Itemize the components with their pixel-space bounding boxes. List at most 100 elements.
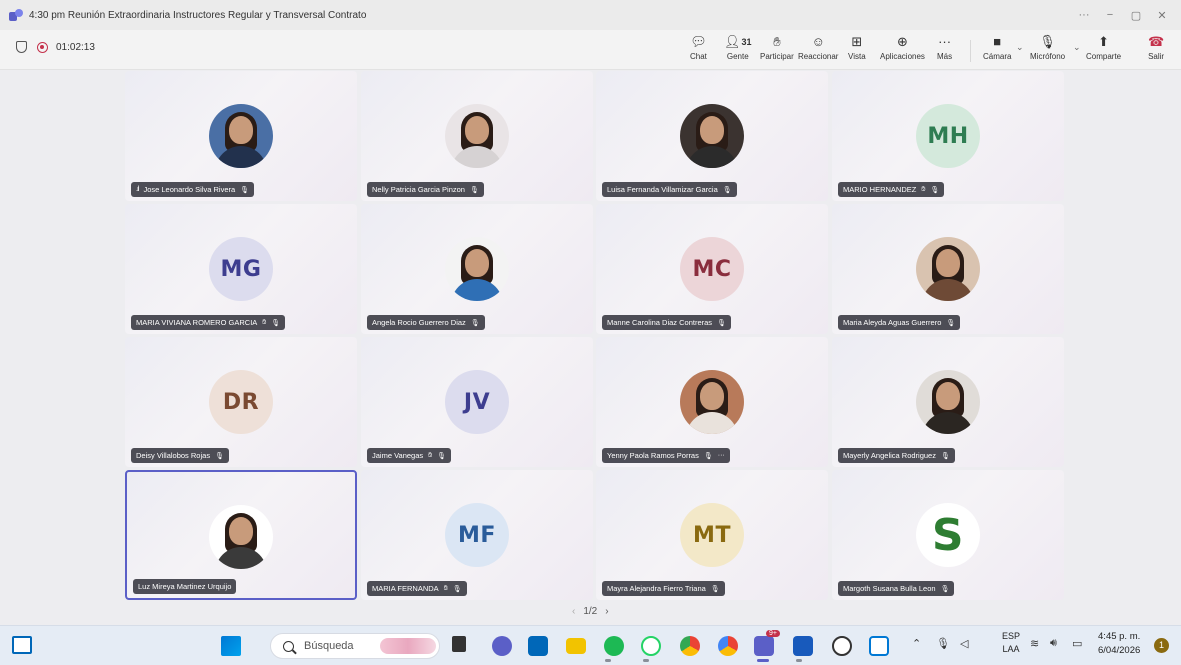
participant-photo <box>916 370 980 434</box>
notification-badge[interactable]: 1 <box>1154 638 1169 653</box>
next-page-button[interactable]: › <box>605 606 608 617</box>
more-button[interactable]: ··· Más <box>937 34 952 61</box>
clock[interactable]: 4:45 p. m. 6/04/2026 <box>1098 630 1140 658</box>
minimize-button[interactable]: − <box>1097 9 1123 21</box>
participant-tile[interactable]: Luisa Fernanda Villamizar Garcia 🎙︎ <box>596 71 828 201</box>
participant-tile[interactable]: MT Mayra Alejandra Fierro Triana 🎙︎ <box>596 470 828 600</box>
participant-initials: JV <box>445 370 509 434</box>
raised-hand-icon: ✋︎ <box>921 185 926 193</box>
camera-button[interactable]: ■ Cámara <box>983 34 1011 61</box>
view-button[interactable]: ⊞ Vista <box>848 34 866 61</box>
participant-nameplate: Mayra Alejandra Fierro Triana 🎙︎ <box>602 581 725 596</box>
page-indicator: 1/2 <box>583 606 598 617</box>
volume-icon[interactable]: 🔊︎ <box>1050 637 1057 650</box>
participant-nameplate: Manne Carolina Diaz Contreras 🎙︎ <box>602 315 731 330</box>
maximize-button[interactable]: ▢ <box>1123 9 1149 22</box>
participant-name: Nelly Patricia Garcia Pinzon <box>372 185 465 194</box>
prev-page-button[interactable]: ‹ <box>572 606 575 617</box>
raised-hand-icon: ✋︎ <box>262 318 267 326</box>
mic-chevron-icon[interactable]: ⌄ <box>1073 42 1081 53</box>
people-icon: 👤︎ 31 <box>724 34 752 49</box>
chevron-up-icon[interactable]: ⌃ <box>912 637 921 650</box>
participant-nameplate: Deisy Villalobos Rojas 🎙︎ <box>131 448 229 463</box>
task-view-icon[interactable] <box>452 636 466 652</box>
close-button[interactable]: ✕ <box>1149 9 1175 22</box>
participant-name: Angela Rocio Guerrero Diaz <box>372 318 466 327</box>
participant-photo <box>680 104 744 168</box>
react-button[interactable]: ☺ Reaccionar <box>798 34 838 61</box>
share-button[interactable]: ⬆ Comparte <box>1086 34 1121 61</box>
signal-icon: .ıl <box>136 186 140 193</box>
battery-icon[interactable]: ▭ <box>1072 637 1082 650</box>
participant-tile[interactable]: JV Jaime Vanegas ✋︎ 🎙︎ <box>361 337 593 467</box>
participant-nameplate: .ıl Jose Leonardo Silva Rivera 🎙︎ <box>131 182 255 197</box>
participant-nameplate: Mayerly Angelica Rodriguez 🎙︎ <box>838 448 955 463</box>
participant-nameplate: Angela Rocio Guerrero Diaz 🎙︎ <box>367 315 485 330</box>
whatsapp-icon[interactable] <box>641 636 661 656</box>
teams-taskbar-icon[interactable] <box>754 636 774 656</box>
participant-tile[interactable]: MH MARIO HERNANDEZ ✋︎ 🎙︎ <box>832 71 1064 201</box>
running-indicator <box>796 659 802 662</box>
meet-icon[interactable] <box>492 636 512 656</box>
search-placeholder: Búsqueda <box>304 640 354 652</box>
participant-initials: DR <box>209 370 273 434</box>
people-button[interactable]: 👤︎ 31 Gente <box>724 34 752 61</box>
mic-off-tray-icon[interactable]: 🎙︎ <box>936 637 950 650</box>
participant-nameplate: Yenny Paola Ramos Porras 🎙︎ ··· <box>602 448 730 463</box>
participant-tile[interactable]: Maria Aleyda Aguas Guerrero 🎙︎ <box>832 204 1064 334</box>
clock-time: 4:45 p. m. <box>1098 631 1141 642</box>
participant-name: Mayerly Angelica Rodriguez <box>843 451 936 460</box>
participant-nameplate: Luz Mireya Martinez Urquijo <box>133 579 237 594</box>
store-icon[interactable] <box>528 636 548 656</box>
participant-tile[interactable]: Yenny Paola Ramos Porras 🎙︎ ··· <box>596 337 828 467</box>
muted-mic-icon: 🎙︎ <box>930 186 940 194</box>
chrome-profile-icon[interactable] <box>718 636 738 656</box>
participant-tile[interactable]: MF MARIA FERNANDA ✋︎ 🎙︎ <box>361 470 593 600</box>
share-icon: ⬆ <box>1098 34 1110 49</box>
participant-tile[interactable]: MG MARIA VIVIANA ROMERO GARCIA ✋︎ 🎙︎ <box>125 204 357 334</box>
plus-icon: ⊕ <box>897 34 908 49</box>
leave-button[interactable]: ☎︎ Salir <box>1148 34 1164 61</box>
participant-tile[interactable]: DR Deisy Villalobos Rojas 🎙︎ <box>125 337 357 467</box>
spotify-icon[interactable] <box>604 636 624 656</box>
mic-button[interactable]: 🎙︎ Micrófono <box>1030 34 1065 61</box>
search-icon <box>283 640 294 652</box>
participant-tile[interactable]: Nelly Patricia Garcia Pinzon 🎙︎ <box>361 71 593 201</box>
participant-tile[interactable]: MC Manne Carolina Diaz Contreras 🎙︎ <box>596 204 828 334</box>
chrome-icon[interactable] <box>680 636 700 656</box>
participant-name: Margoth Susana Bulla Leon <box>843 584 936 593</box>
participant-initials: MF <box>445 503 509 567</box>
participant-name: MARIA VIVIANA ROMERO GARCIA <box>136 318 258 327</box>
participant-tile[interactable]: Luz Mireya Martinez Urquijo <box>125 470 357 600</box>
snipping-tool-icon[interactable] <box>869 636 889 656</box>
language-indicator[interactable]: ESP LAA <box>1002 630 1020 656</box>
ellipsis-icon: ··· <box>938 34 952 49</box>
ellipsis-icon[interactable]: ··· <box>718 452 725 459</box>
shield-icon[interactable] <box>16 41 27 53</box>
wifi-icon[interactable]: ≋ <box>1030 637 1039 650</box>
participant-tile[interactable]: Mayerly Angelica Rodriguez 🎙︎ <box>832 337 1064 467</box>
meeting-timer: 01:02:13 <box>16 41 95 53</box>
participant-photo <box>445 104 509 168</box>
participant-tile[interactable]: .ıl Jose Leonardo Silva Rivera 🎙︎ <box>125 71 357 201</box>
chat-button[interactable]: 💬︎ Chat <box>690 34 707 61</box>
widgets-icon[interactable] <box>12 636 32 654</box>
window-more-button[interactable]: ··· <box>1071 9 1097 21</box>
mic-off-icon: 🎙︎ <box>1039 34 1056 49</box>
word-icon[interactable] <box>793 636 813 656</box>
apps-button[interactable]: ⊕ Aplicaciones <box>880 34 925 61</box>
running-indicator <box>605 659 611 662</box>
chatgpt-icon[interactable] <box>832 636 852 656</box>
participant-grid: .ıl Jose Leonardo Silva Rivera 🎙︎ Nelly Pat… <box>125 71 1065 600</box>
file-explorer-icon[interactable] <box>566 638 586 654</box>
window-title: 4:30 pm Reunión Extraordinaria Instructo… <box>29 9 367 21</box>
participant-initials: MG <box>209 237 273 301</box>
blossom-icon <box>380 638 436 654</box>
muted-mic-icon: 🎙︎ <box>469 186 479 194</box>
participant-nameplate: Margoth Susana Bulla Leon 🎙︎ <box>838 581 955 596</box>
participant-tile[interactable]: Angela Rocio Guerrero Diaz 🎙︎ <box>361 204 593 334</box>
camera-chevron-icon[interactable]: ⌄ <box>1016 42 1024 53</box>
participant-tile[interactable]: S Margoth Susana Bulla Leon 🎙︎ <box>832 470 1064 600</box>
windows-start-icon[interactable] <box>221 636 241 656</box>
raise-hand-button[interactable]: ✋︎ Participar <box>760 34 794 61</box>
